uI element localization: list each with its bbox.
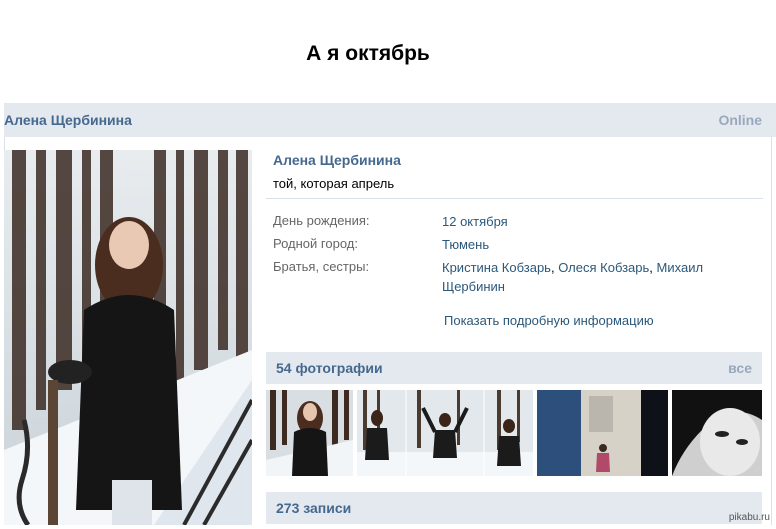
photo-thumbnail-1[interactable] [266, 390, 353, 476]
sibling-link[interactable]: Михаил [657, 260, 704, 275]
photo-thumbnail-4[interactable] [672, 390, 762, 476]
sibling-link[interactable]: Щербинин [442, 279, 505, 294]
online-status: Online [718, 112, 762, 128]
profile-avatar[interactable] [4, 150, 252, 525]
hometown-label: Родной город: [273, 236, 358, 251]
watermark: pikabu.ru [728, 512, 770, 523]
photos-all-link[interactable]: все [728, 360, 752, 376]
profile-status-text: той, которая апрель [273, 176, 395, 191]
posts-section-header[interactable]: 273 записи [266, 492, 762, 524]
right-border [771, 137, 772, 525]
sibling-link[interactable]: Олеся Кобзарь [558, 260, 649, 275]
hometown-value[interactable]: Тюмень [442, 235, 489, 254]
meme-caption: А я октябрь [306, 42, 430, 65]
siblings-label: Братья, сестры: [273, 259, 370, 274]
photo-thumbnail-3[interactable] [537, 390, 668, 476]
header-name: Алена Щербинина [4, 112, 132, 128]
avatar-photo [4, 150, 252, 525]
sibling-link[interactable]: Кристина Кобзарь [442, 260, 551, 275]
profile-header-bar: Алена Щербинина Online [4, 103, 776, 137]
photo-thumbnail-2[interactable] [357, 390, 533, 476]
posts-count[interactable]: 273 записи [276, 500, 351, 516]
photo-2-image [357, 390, 533, 476]
photo-3-image [537, 390, 668, 476]
photos-count[interactable]: 54 фотографии [276, 360, 383, 376]
photo-4-image [672, 390, 762, 476]
birthday-label: День рождения: [273, 213, 370, 228]
show-more-info-link[interactable]: Показать подробную информацию [444, 313, 654, 328]
birthday-value[interactable]: 12 октября [442, 212, 508, 231]
siblings-value: Кристина Кобзарь, Олеся Кобзарь, Михаил Щ… [442, 258, 752, 296]
info-separator [266, 198, 763, 199]
photo-1-image [266, 390, 353, 476]
sibling-separator: , [649, 260, 657, 275]
profile-name: Алена Щербинина [273, 152, 401, 168]
photos-section-header[interactable]: 54 фотографии все [266, 352, 762, 384]
